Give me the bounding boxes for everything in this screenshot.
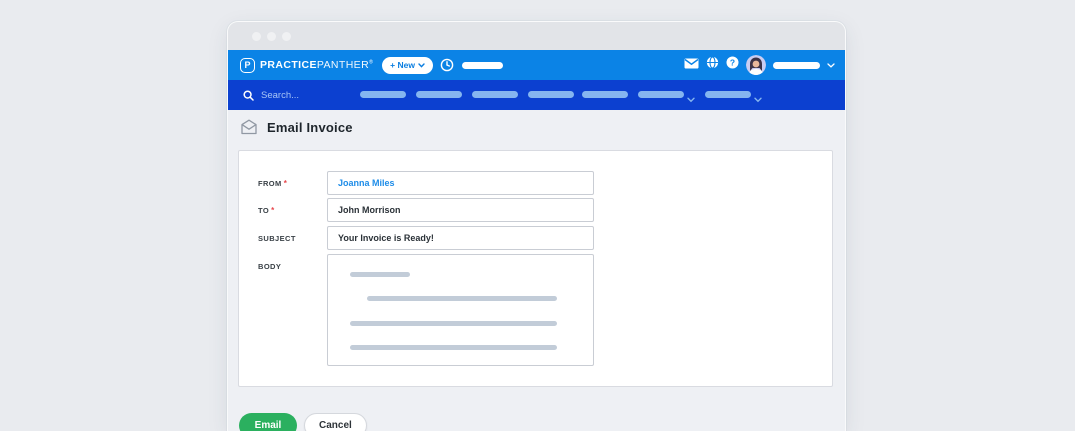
brand-registered-mark: ® xyxy=(369,59,374,66)
email-open-icon xyxy=(241,119,257,135)
header-right-group: ? xyxy=(684,55,835,75)
subject-label: SUBJECT xyxy=(258,234,296,243)
body-placeholder-line xyxy=(350,321,557,326)
body-editor[interactable] xyxy=(327,254,594,366)
page-title: Email Invoice xyxy=(267,119,353,135)
new-button[interactable]: + New xyxy=(382,56,433,74)
nav-item-placeholder[interactable] xyxy=(705,91,751,98)
globe-icon[interactable] xyxy=(706,56,719,74)
new-button-label: + New xyxy=(390,60,415,70)
subject-label-text: SUBJECT xyxy=(258,234,296,243)
username-placeholder[interactable] xyxy=(773,61,820,69)
email-form-card: FROM* TO* SUBJECT BODY xyxy=(238,150,833,387)
form-actions: Email Cancel xyxy=(239,413,367,431)
body-placeholder-line xyxy=(350,345,557,350)
app-window: P PRACTICEPANTHER® + New ? Search... Ema… xyxy=(228,22,845,431)
user-menu-chevron-icon[interactable] xyxy=(827,62,835,68)
main-content: Email Invoice FROM* TO* SUBJECT BODY xyxy=(228,110,845,431)
search-input[interactable] xyxy=(261,89,331,101)
brand-name-light: PANTHER xyxy=(316,59,370,71)
brand-logo[interactable]: P PRACTICEPANTHER® xyxy=(240,57,373,73)
svg-text:?: ? xyxy=(730,57,735,67)
body-label-text: BODY xyxy=(258,262,282,271)
brand-name-bold: PRACTICE xyxy=(260,59,317,71)
nav-item-placeholder[interactable] xyxy=(472,91,518,98)
page-background: P PRACTICEPANTHER® + New ? Search... Ema… xyxy=(0,0,1075,431)
cancel-button[interactable]: Cancel xyxy=(304,413,367,431)
help-icon[interactable]: ? xyxy=(726,56,739,74)
chevron-down-icon xyxy=(418,62,425,68)
user-avatar[interactable] xyxy=(746,55,766,75)
window-control-close[interactable] xyxy=(252,31,261,41)
from-label: FROM * xyxy=(258,179,287,188)
timer-icon[interactable] xyxy=(440,58,454,72)
messages-icon[interactable] xyxy=(684,56,699,74)
required-marker: * xyxy=(283,179,288,188)
window-control-maximize[interactable] xyxy=(282,31,291,41)
search-icon xyxy=(243,89,254,101)
page-header: Email Invoice xyxy=(240,119,353,135)
nav-search-bar xyxy=(228,80,845,110)
nav-item-placeholder[interactable] xyxy=(582,91,628,98)
body-label: BODY xyxy=(258,262,281,271)
window-titlebar xyxy=(228,22,845,50)
nav-item-placeholder[interactable] xyxy=(528,91,574,98)
body-placeholder-line xyxy=(350,272,410,277)
from-field[interactable] xyxy=(327,171,594,195)
nav-chevron-down-icon[interactable] xyxy=(754,90,762,108)
nav-item-placeholder[interactable] xyxy=(416,91,462,98)
subject-field[interactable] xyxy=(327,226,594,250)
app-header: P PRACTICEPANTHER® + New ? xyxy=(228,50,845,80)
header-placeholder-link[interactable] xyxy=(461,61,503,69)
to-label-text: TO xyxy=(258,206,270,215)
to-field[interactable] xyxy=(327,198,594,222)
brand-name: PRACTICEPANTHER® xyxy=(260,59,373,71)
window-control-minimize[interactable] xyxy=(267,31,276,41)
nav-item-placeholder[interactable] xyxy=(638,91,684,98)
brand-monogram-icon: P xyxy=(240,57,255,73)
from-label-text: FROM xyxy=(258,179,282,188)
to-label: TO * xyxy=(258,206,275,215)
nav-item-placeholder[interactable] xyxy=(360,91,406,98)
body-placeholder-line xyxy=(367,296,557,301)
email-button[interactable]: Email xyxy=(239,413,297,431)
nav-chevron-down-icon[interactable] xyxy=(687,90,695,108)
search-box[interactable] xyxy=(243,89,331,101)
required-marker: * xyxy=(271,206,275,215)
